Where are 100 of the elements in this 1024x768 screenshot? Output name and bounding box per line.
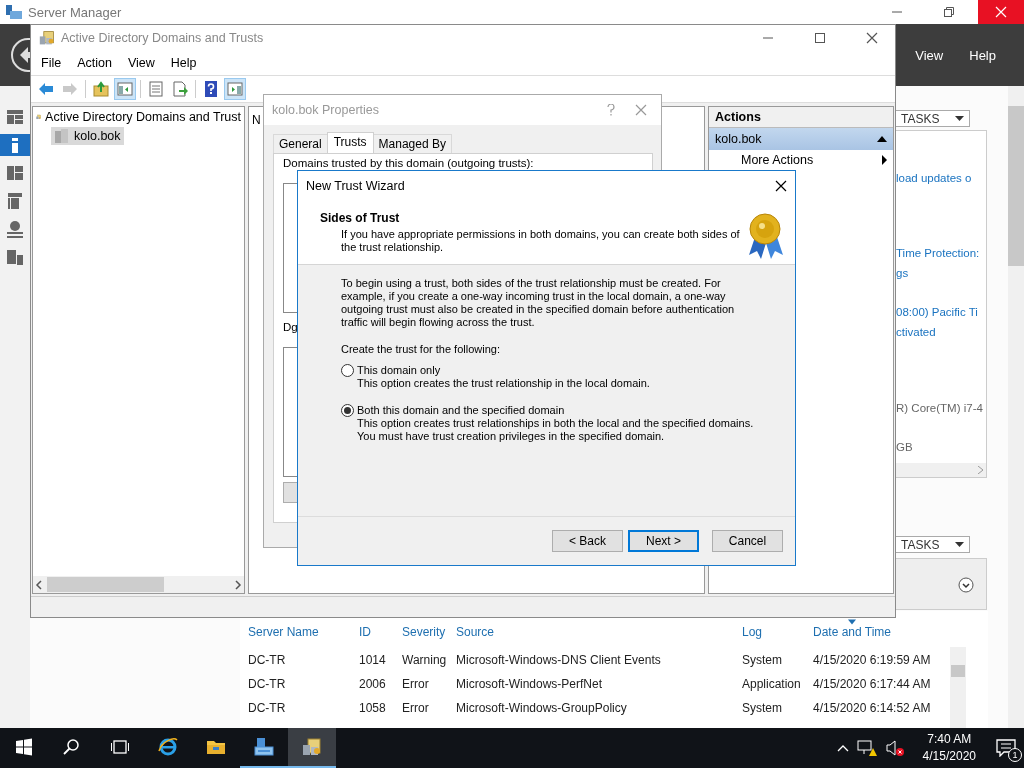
tab[interactable]: Managed By <box>372 134 452 153</box>
tasks-dropdown[interactable]: TASKS <box>895 536 970 553</box>
domains-icon <box>39 30 55 46</box>
close-icon[interactable] <box>866 32 878 44</box>
folder-up-icon <box>92 80 110 98</box>
collapse-icon <box>877 136 887 142</box>
scroll-right-icon[interactable] <box>234 579 242 590</box>
maximize-icon[interactable] <box>814 32 826 44</box>
intro-text: To begin using a trust, both sides of the trust relationship must be created. For example, if you create a one-way incoming trust in the local domain, a one-way outgoing trust must also be created in the specified domain before authentication traffic will begin flowing across the trust. <box>341 277 736 329</box>
menu-item[interactable]: File <box>35 54 68 72</box>
dialog-title: New Trust Wizard <box>306 179 405 193</box>
scroll-left-icon[interactable] <box>35 579 43 590</box>
table-cell-text: Error <box>402 677 430 691</box>
list-label: Domains trusted by this domain (outgoing trusts): <box>283 157 534 169</box>
column-header[interactable]: Log <box>742 619 763 639</box>
property-link[interactable]: Time Protection: <box>896 246 980 260</box>
server-icon <box>254 737 274 757</box>
menu-item[interactable]: Action <box>71 54 118 72</box>
windows-icon <box>14 737 34 757</box>
table-cell-text: 4/15/2020 6:19:59 AM <box>813 653 932 667</box>
column-header[interactable]: Date and Time <box>813 619 892 639</box>
network-warning-icon[interactable] <box>856 739 877 757</box>
tab[interactable]: Trusts <box>326 132 374 153</box>
column-header[interactable]: Source <box>456 619 495 639</box>
property-link[interactable]: ctivated <box>896 325 936 339</box>
option-label[interactable]: Both this domain and the specified domain <box>357 404 754 417</box>
table-cell-text: 1058 <box>359 701 387 715</box>
sidebar-item[interactable] <box>0 134 30 156</box>
pane-icon <box>226 80 244 98</box>
table-cell-text: Warning <box>402 653 448 667</box>
pane-title: Actions <box>709 107 893 128</box>
property-link[interactable]: 08:00) Pacific Ti <box>896 305 978 319</box>
list-label: Dg <box>283 321 298 333</box>
option-description: This option creates the trust relationship in the local domain. <box>357 377 650 390</box>
network-icon <box>5 219 25 239</box>
restore-icon[interactable] <box>943 6 955 18</box>
volume-muted-icon[interactable] <box>884 739 905 757</box>
tree-item[interactable]: kolo.bok <box>51 127 124 145</box>
server-manager-icon <box>6 5 22 19</box>
scrollbar[interactable] <box>33 576 244 593</box>
taskbar-button[interactable] <box>288 728 336 768</box>
column-header[interactable]: Severity <box>402 619 446 639</box>
property-value: GB <box>896 440 913 454</box>
table-cell-text: DC-TR <box>248 701 287 715</box>
tree-item[interactable]: Active Directory Domains and Trust <box>45 110 241 124</box>
radio-button[interactable] <box>341 364 354 377</box>
tasks-dropdown[interactable]: TASKS <box>895 110 970 127</box>
table-cell-text: System <box>742 653 783 667</box>
servers-icon <box>5 163 25 183</box>
column-header[interactable]: Server Name <box>248 619 319 639</box>
property-link[interactable]: load updates o <box>896 171 972 185</box>
domain-icon <box>54 128 70 144</box>
table-cell-text: 4/15/2020 6:17:44 AM <box>813 677 932 691</box>
window-title: Active Directory Domains and Trusts <box>61 31 265 45</box>
menu-item[interactable]: View <box>915 47 944 63</box>
table-cell-text: DC-TR <box>248 677 287 691</box>
option-description: You must have trust creation privileges in the specified domain. <box>357 430 666 443</box>
scrollbar[interactable] <box>1008 86 1024 728</box>
pane-icon <box>116 80 134 98</box>
clock[interactable]: 7:40 AM 4/15/2020 <box>912 731 986 765</box>
option-description: This option creates trust relationships in both the local and the specified domains. <box>357 417 754 430</box>
column-header: N <box>252 113 261 127</box>
table-cell-text: Application <box>742 677 802 691</box>
task-view-icon <box>110 737 130 757</box>
message-icon <box>996 739 1016 757</box>
table-cell-text: System <box>742 701 783 715</box>
action-group[interactable]: kolo.bok <box>709 128 893 150</box>
scrollbar[interactable] <box>950 647 966 728</box>
wizard-button[interactable]: < Back <box>552 530 623 552</box>
tab[interactable]: General <box>273 134 328 153</box>
property-link[interactable]: gs <box>896 266 909 280</box>
menu-item[interactable]: View <box>121 54 161 72</box>
files-icon <box>5 247 25 267</box>
wizard-button[interactable]: Cancel <box>712 530 783 552</box>
wizard-subheading: If you have appropriate permissions in both domains, you can create both sides of the trust relationship. <box>340 228 741 253</box>
option-label[interactable]: This domain only <box>357 364 650 377</box>
back-icon[interactable] <box>10 37 30 73</box>
dashboard-icon <box>5 107 25 127</box>
table-cell-text: DC-TR <box>248 653 287 667</box>
close-icon[interactable] <box>775 180 787 192</box>
expand-icon[interactable] <box>958 577 974 593</box>
wizard-button[interactable]: Next > <box>628 530 699 552</box>
browser-icon <box>158 737 178 757</box>
list-icon <box>147 80 165 98</box>
chevron-up-icon[interactable] <box>836 744 849 752</box>
table-cell-text: 4/15/2020 6:14:52 AM <box>813 701 932 715</box>
table-cell-text: 1014 <box>359 653 387 667</box>
table-cell-text: Error <box>402 701 430 715</box>
forward-icon <box>61 80 79 98</box>
table-cell-text: Microsoft-Windows-PerfNet <box>456 677 604 691</box>
help-icon[interactable] <box>607 104 615 116</box>
menu-item[interactable]: Help <box>969 47 996 63</box>
action-item[interactable]: More Actions <box>709 150 893 170</box>
help-icon <box>202 80 220 98</box>
column-header[interactable]: ID <box>359 619 371 639</box>
menu-item[interactable]: Help <box>164 54 203 72</box>
radio-button[interactable] <box>341 404 354 417</box>
export-icon <box>171 80 189 98</box>
table-cell-text: Microsoft-Windows-GroupPolicy <box>456 701 628 715</box>
table-cell-text: 2006 <box>359 677 387 691</box>
